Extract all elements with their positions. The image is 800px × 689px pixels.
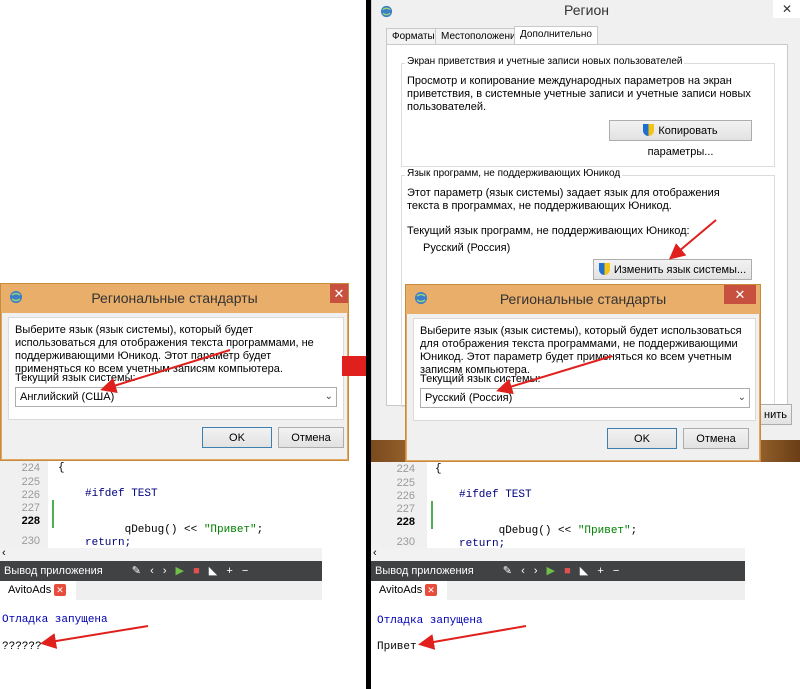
annotation-arrows xyxy=(40,219,717,650)
annotation-arrow xyxy=(496,355,613,395)
annotation-arrow xyxy=(668,219,717,260)
annotation-arrow xyxy=(418,625,527,650)
annotation-arrow xyxy=(100,349,231,394)
annotation-arrow xyxy=(40,625,149,649)
